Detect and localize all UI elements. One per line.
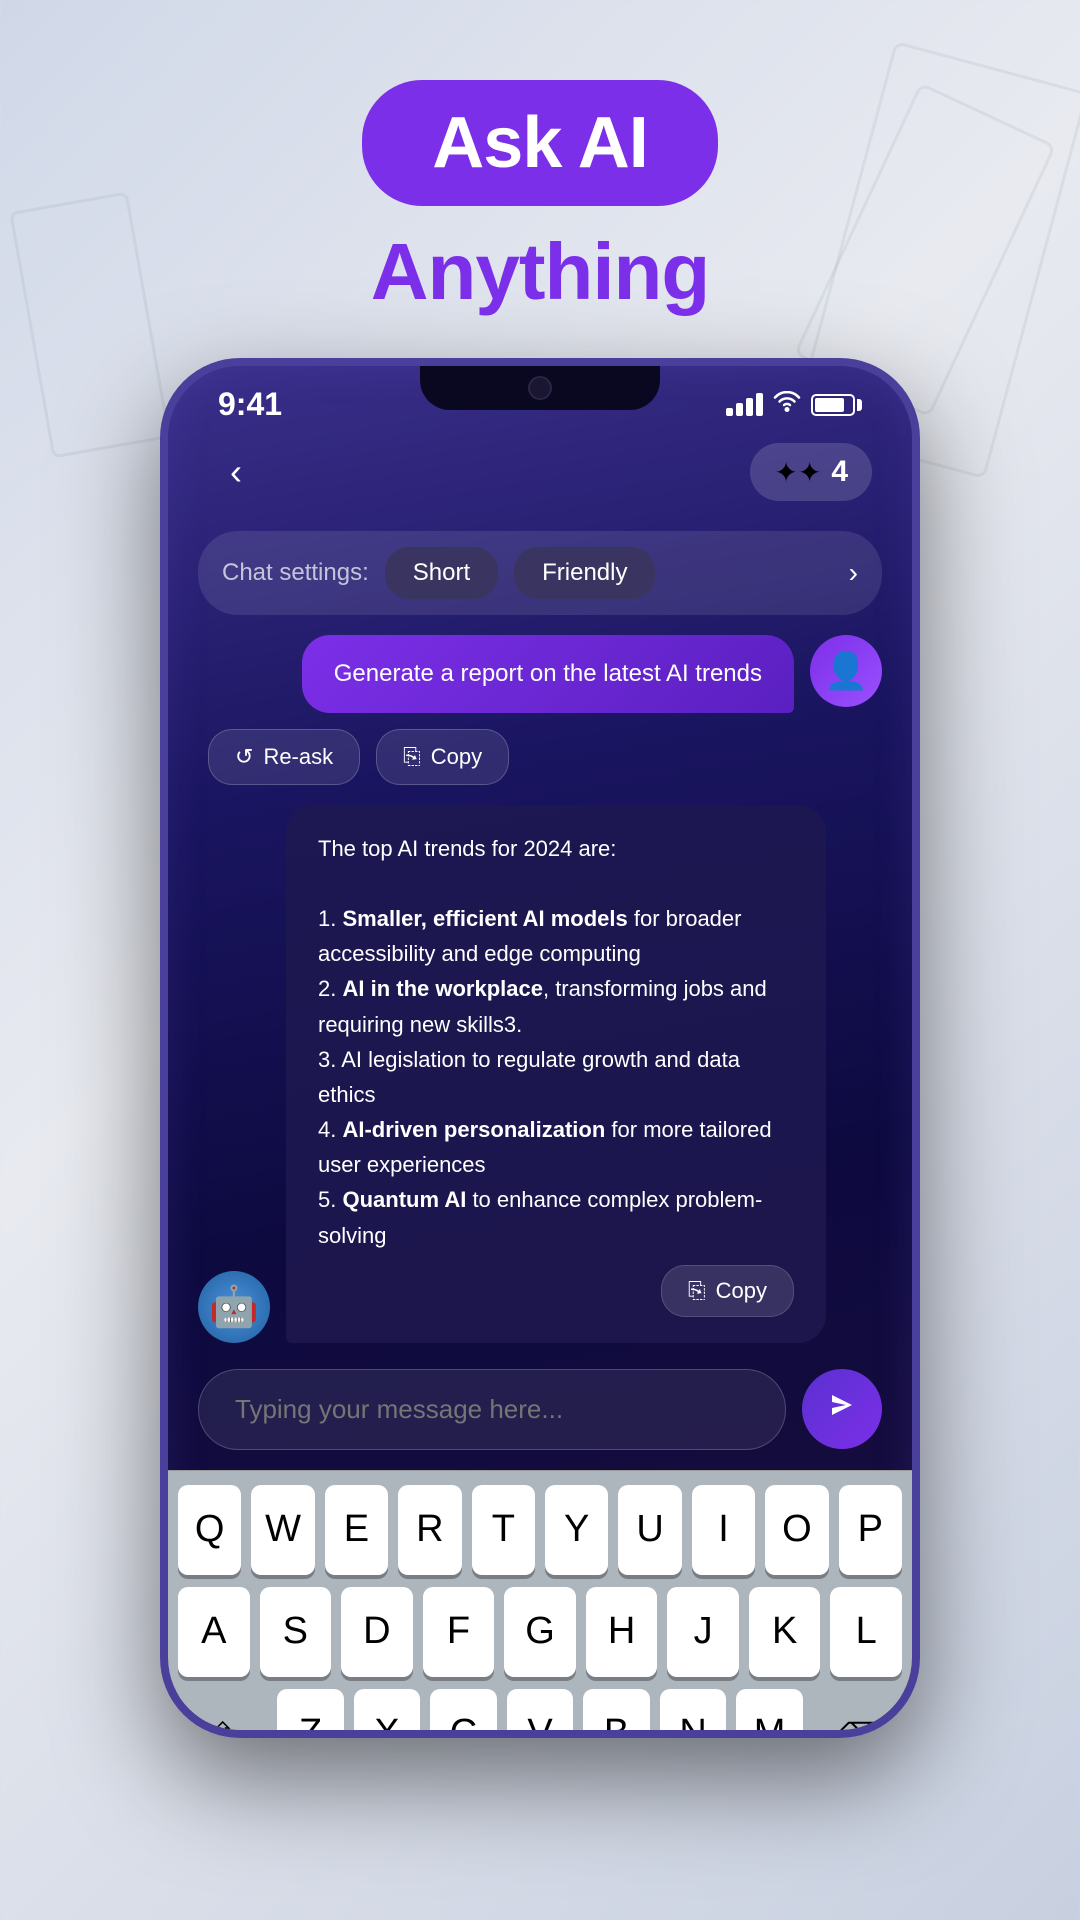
anything-title: Anything xyxy=(371,226,710,318)
key-t[interactable]: T xyxy=(472,1485,535,1575)
key-h[interactable]: H xyxy=(586,1587,658,1677)
ai-message-row: 🤖 The top AI trends for 2024 are: 1. Sma… xyxy=(198,805,882,1343)
input-area xyxy=(198,1369,882,1450)
ask-ai-title: Ask AI xyxy=(432,103,647,183)
key-j[interactable]: J xyxy=(667,1587,739,1677)
ai-intro: The top AI trends for 2024 are: xyxy=(318,836,616,861)
reask-label: Re-ask xyxy=(263,744,333,770)
key-l[interactable]: L xyxy=(830,1587,902,1677)
shift-key[interactable]: ⇧ xyxy=(178,1689,267,1738)
keyboard-row-1: Q W E R T Y U I O P xyxy=(178,1485,902,1575)
user-avatar: 👤 xyxy=(810,635,882,707)
key-u[interactable]: U xyxy=(618,1485,681,1575)
key-c[interactable]: C xyxy=(430,1689,497,1738)
ai-item-4: 4. AI-driven personalization for more ta… xyxy=(318,1117,772,1177)
key-k[interactable]: K xyxy=(749,1587,821,1677)
key-a[interactable]: A xyxy=(178,1587,250,1677)
ai-message-bubble: The top AI trends for 2024 are: 1. Small… xyxy=(286,805,826,1343)
phone-frame: 9:41 xyxy=(160,358,920,1738)
key-o[interactable]: O xyxy=(765,1485,828,1575)
user-avatar-icon: 👤 xyxy=(824,650,869,692)
copy-message-icon: ⎘ xyxy=(403,744,421,770)
keyboard: Q W E R T Y U I O P A S D F G H J K L ⇧ … xyxy=(168,1470,912,1738)
send-icon xyxy=(824,1387,860,1431)
key-x[interactable]: X xyxy=(354,1689,421,1738)
ai-item-2: 2. AI in the workplace, transforming job… xyxy=(318,976,767,1036)
delete-key[interactable]: ⌫ xyxy=(813,1689,902,1738)
keyboard-row-3: ⇧ Z X C V B N M ⌫ xyxy=(178,1689,902,1738)
copy-response-icon: ⎘ xyxy=(688,1278,706,1304)
front-camera xyxy=(528,376,552,400)
send-button[interactable] xyxy=(802,1369,882,1449)
status-icons xyxy=(726,391,862,419)
message-input[interactable] xyxy=(198,1369,786,1450)
signal-icon xyxy=(726,393,763,416)
status-time: 9:41 xyxy=(218,386,282,423)
key-m[interactable]: M xyxy=(736,1689,803,1738)
key-y[interactable]: Y xyxy=(545,1485,608,1575)
ai-item-3: 3. AI legislation to regulate growth and… xyxy=(318,1047,740,1107)
key-b[interactable]: B xyxy=(583,1689,650,1738)
reask-icon: ↺ xyxy=(235,744,253,770)
ai-avatar: 🤖 xyxy=(198,1271,270,1343)
wifi-icon xyxy=(773,391,801,419)
copy-response-label: Copy xyxy=(716,1278,767,1304)
ai-item-1: 1. Smaller, efficient AI models for broa… xyxy=(318,906,741,966)
key-q[interactable]: Q xyxy=(178,1485,241,1575)
ai-item-5: 5. Quantum AI to enhance complex problem… xyxy=(318,1187,762,1247)
battery-icon xyxy=(811,394,862,416)
copy-response-button[interactable]: ⎘ Copy xyxy=(661,1265,794,1317)
key-e[interactable]: E xyxy=(325,1485,388,1575)
back-chevron-icon: ‹ xyxy=(230,451,242,493)
sparkle-icon: ✦✦ xyxy=(774,456,821,489)
keyboard-row-2: A S D F G H J K L xyxy=(178,1587,902,1677)
key-g[interactable]: G xyxy=(504,1587,576,1677)
back-button[interactable]: ‹ xyxy=(208,444,264,500)
chat-area: Generate a report on the latest AI trend… xyxy=(168,635,912,1359)
ask-ai-badge: Ask AI xyxy=(362,80,717,206)
chat-settings-arrow-icon[interactable]: › xyxy=(849,557,858,589)
key-r[interactable]: R xyxy=(398,1485,461,1575)
key-d[interactable]: D xyxy=(341,1587,413,1677)
ai-message-text: The top AI trends for 2024 are: 1. Small… xyxy=(318,831,794,1253)
user-message-row: Generate a report on the latest AI trend… xyxy=(198,635,882,713)
chat-settings-short-chip[interactable]: Short xyxy=(385,547,498,599)
reask-button[interactable]: ↺ Re-ask xyxy=(208,729,360,785)
credits-count: 4 xyxy=(831,455,848,489)
user-message-bubble: Generate a report on the latest AI trend… xyxy=(302,635,794,713)
key-w[interactable]: W xyxy=(251,1485,314,1575)
copy-message-button[interactable]: ⎘ Copy xyxy=(376,729,509,785)
key-f[interactable]: F xyxy=(423,1587,495,1677)
key-p[interactable]: P xyxy=(839,1485,902,1575)
credits-badge[interactable]: ✦✦ 4 xyxy=(750,443,872,501)
copy-response-row: ⎘ Copy xyxy=(318,1265,794,1317)
key-i[interactable]: I xyxy=(692,1485,755,1575)
copy-message-label: Copy xyxy=(431,744,482,770)
chat-settings-bar[interactable]: Chat settings: Short Friendly › xyxy=(198,531,882,615)
key-v[interactable]: V xyxy=(507,1689,574,1738)
app-header: Ask AI Anything xyxy=(362,80,717,318)
key-n[interactable]: N xyxy=(660,1689,727,1738)
user-message-text: Generate a report on the latest AI trend… xyxy=(334,660,762,687)
top-nav: ‹ ✦✦ 4 xyxy=(168,433,912,521)
chat-settings-label: Chat settings: xyxy=(222,559,369,587)
key-s[interactable]: S xyxy=(260,1587,332,1677)
notch xyxy=(420,366,660,410)
chat-settings-friendly-chip[interactable]: Friendly xyxy=(514,547,655,599)
bg-shape-3 xyxy=(9,191,171,458)
action-buttons: ↺ Re-ask ⎘ Copy xyxy=(198,729,882,785)
ai-avatar-icon: 🤖 xyxy=(209,1283,259,1330)
key-z[interactable]: Z xyxy=(277,1689,344,1738)
